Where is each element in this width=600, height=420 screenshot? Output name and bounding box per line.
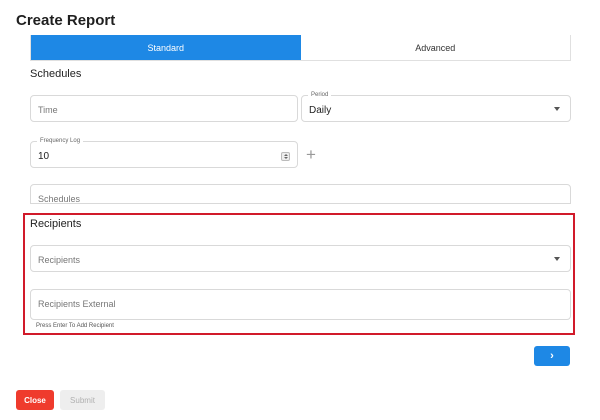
recipients-hint: Press Enter To Add Recipient bbox=[36, 323, 114, 329]
recipients-select[interactable]: Recipients bbox=[30, 245, 571, 272]
period-select[interactable]: Period Daily bbox=[301, 91, 571, 122]
chevron-down-icon bbox=[554, 257, 560, 261]
chevron-right-icon: › bbox=[550, 350, 554, 362]
tab-standard[interactable]: Standard bbox=[31, 35, 301, 60]
recipients-external-placeholder: Recipients External bbox=[38, 299, 116, 309]
schedules-input[interactable]: Schedules bbox=[30, 184, 571, 204]
submit-button: Submit bbox=[60, 390, 105, 410]
period-value: Daily bbox=[309, 105, 332, 116]
frequency-log-input[interactable]: Frequency Log 10 bbox=[30, 137, 298, 168]
time-input[interactable]: Time bbox=[30, 95, 298, 122]
time-placeholder: Time bbox=[38, 105, 58, 115]
next-button[interactable]: › bbox=[534, 346, 570, 366]
recipients-placeholder: Recipients bbox=[38, 255, 81, 265]
recipients-external-input[interactable]: Recipients External bbox=[30, 289, 571, 320]
period-label: Period bbox=[308, 91, 332, 99]
close-button[interactable]: Close bbox=[16, 390, 54, 410]
add-frequency-icon[interactable]: + bbox=[306, 146, 316, 163]
schedules-heading: Schedules bbox=[30, 68, 82, 80]
frequency-log-label: Frequency Log bbox=[37, 137, 84, 145]
number-stepper-icon[interactable] bbox=[281, 152, 290, 161]
frequency-log-value: 10 bbox=[38, 151, 50, 162]
schedules-placeholder: Schedules bbox=[38, 194, 81, 204]
chevron-down-icon bbox=[554, 107, 560, 111]
report-type-tabs: Standard Advanced bbox=[30, 35, 571, 61]
recipients-heading: Recipients bbox=[30, 218, 82, 230]
tab-advanced[interactable]: Advanced bbox=[300, 35, 570, 60]
page-title: Create Report bbox=[16, 12, 116, 29]
